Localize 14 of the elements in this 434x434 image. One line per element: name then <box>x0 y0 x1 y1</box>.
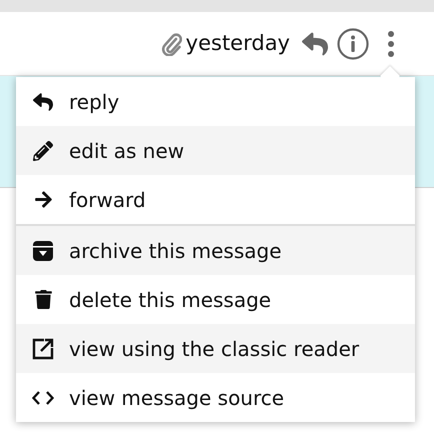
reply-icon[interactable] <box>302 30 328 56</box>
menu-item[interactable]: view using the classic reader <box>16 324 415 373</box>
arrow-right-icon <box>34 190 52 209</box>
archive-icon <box>32 240 54 262</box>
external-link-icon <box>32 338 54 360</box>
menu-item[interactable]: archive this message <box>16 226 415 275</box>
date-label: yesterday <box>186 30 290 57</box>
trash-icon <box>34 290 52 309</box>
info-icon[interactable] <box>336 26 370 60</box>
pencil-icon <box>33 140 53 160</box>
paperclip-icon <box>162 32 182 56</box>
code-icon <box>32 390 54 404</box>
reply-icon <box>33 92 53 112</box>
more-icon[interactable] <box>386 30 396 58</box>
